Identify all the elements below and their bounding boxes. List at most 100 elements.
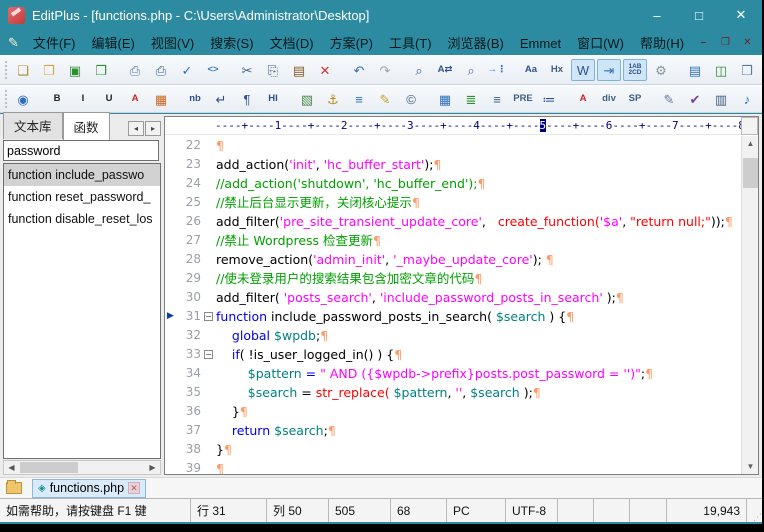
go-to-line-button[interactable]: →⋮ bbox=[485, 59, 509, 81]
copy-button[interactable]: ⎘ bbox=[261, 59, 285, 81]
scrollbar-thumb[interactable] bbox=[743, 158, 758, 188]
close-button[interactable]: ✕ bbox=[720, 0, 762, 30]
italic-button[interactable]: I bbox=[71, 88, 95, 110]
note-button[interactable]: ✎ bbox=[373, 88, 397, 110]
auto-indent-button[interactable]: ⇥ bbox=[597, 59, 621, 81]
color-palette-button[interactable]: ▦ bbox=[149, 88, 173, 110]
audio-button[interactable]: ♪ bbox=[735, 88, 759, 110]
function-list-item[interactable]: function disable_reset_los bbox=[4, 208, 160, 230]
sidebar-tab-functions[interactable]: 函数 bbox=[63, 112, 110, 140]
div-tag-button[interactable]: div bbox=[597, 88, 621, 110]
mdi-close-button[interactable]: ✕ bbox=[738, 35, 757, 51]
font-button[interactable]: Aa bbox=[519, 59, 543, 81]
table-button[interactable]: ▦ bbox=[433, 88, 457, 110]
code-line[interactable]: 22¶ bbox=[165, 136, 741, 155]
code-line[interactable]: 25//禁止后台显示更新，关闭核心提示¶ bbox=[165, 193, 741, 212]
tab-scroll-left-button[interactable]: ◂ bbox=[128, 121, 144, 136]
code-line[interactable]: ▶31−function include_password_posts_in_s… bbox=[165, 307, 741, 326]
toolbar-grip[interactable] bbox=[5, 90, 7, 108]
mdi-restore-button[interactable]: ❐ bbox=[716, 35, 735, 51]
output-window-button[interactable]: ◫ bbox=[709, 59, 733, 81]
redo-button[interactable]: ↷ bbox=[373, 59, 397, 81]
toolbar-grip[interactable] bbox=[5, 61, 7, 79]
code-line[interactable]: 32 global $wpdb;¶ bbox=[165, 326, 741, 345]
delete-button[interactable]: ✕ bbox=[313, 59, 337, 81]
function-list-item[interactable]: function include_passwo bbox=[4, 164, 160, 186]
folder-icon[interactable] bbox=[6, 482, 22, 494]
scrollbar-thumb[interactable] bbox=[20, 462, 78, 473]
heading-button[interactable]: HI bbox=[261, 88, 285, 110]
form-check-button[interactable]: ✔ bbox=[683, 88, 707, 110]
word-wrap-button[interactable]: W bbox=[571, 59, 595, 81]
code-line[interactable]: 29//使未登录用户的搜索结果包含加密文章的代码¶ bbox=[165, 269, 741, 288]
document-tab-functions-php[interactable]: ◈functions.php✕ bbox=[32, 479, 146, 498]
video-button[interactable]: ▥ bbox=[709, 88, 733, 110]
code-line[interactable]: 36 }¶ bbox=[165, 402, 741, 421]
browser-window-button[interactable]: ❒ bbox=[735, 59, 759, 81]
find-button[interactable]: ⌕ bbox=[407, 59, 431, 81]
scroll-left-icon[interactable]: ◀ bbox=[4, 463, 19, 472]
replace-button[interactable]: A⇄ bbox=[433, 59, 457, 81]
horizontal-rule-button[interactable]: ≡ bbox=[347, 88, 371, 110]
center-align-button[interactable]: ≡ bbox=[485, 88, 509, 110]
function-list-item[interactable]: function reset_password_ bbox=[4, 186, 160, 208]
open-file-button[interactable]: ❒ bbox=[37, 59, 61, 81]
image-button[interactable]: ▧ bbox=[295, 88, 319, 110]
line-break-button[interactable]: ↵ bbox=[209, 88, 233, 110]
document-list-button[interactable]: ▤ bbox=[683, 59, 707, 81]
collapse-icon[interactable]: − bbox=[204, 350, 213, 359]
menu-item-8[interactable]: Emmet bbox=[512, 33, 569, 54]
collapse-icon[interactable]: − bbox=[204, 312, 213, 321]
scroll-down-icon[interactable]: ▼ bbox=[742, 459, 759, 474]
save-all-button[interactable]: ❐ bbox=[89, 59, 113, 81]
scroll-right-icon[interactable]: ▶ bbox=[145, 463, 160, 472]
fold-toggle[interactable]: − bbox=[201, 307, 216, 326]
resize-grip[interactable]: ⋰ bbox=[747, 499, 762, 522]
anchor-button[interactable]: ⚓ bbox=[321, 88, 345, 110]
tab-close-icon[interactable]: ✕ bbox=[128, 482, 140, 494]
hex-view-button[interactable]: Hx bbox=[545, 59, 569, 81]
maximize-button[interactable]: □ bbox=[678, 0, 720, 30]
code-line[interactable]: 35 $search = str_replace( $pattern, '', … bbox=[165, 383, 741, 402]
undo-button[interactable]: ↶ bbox=[347, 59, 371, 81]
fold-toggle[interactable]: − bbox=[201, 345, 216, 364]
menu-item-6[interactable]: 工具(T) bbox=[381, 33, 440, 54]
code-line[interactable]: 27//禁止 Wordpress 检查更新¶ bbox=[165, 231, 741, 250]
preferences-button[interactable]: ⚙ bbox=[649, 59, 673, 81]
editor-vertical-scrollbar[interactable]: ▲ ▼ bbox=[741, 136, 758, 474]
menu-item-0[interactable]: 文件(F) bbox=[25, 33, 84, 54]
code-line[interactable]: 39¶ bbox=[165, 459, 741, 474]
html-tags-button[interactable]: <> bbox=[201, 59, 225, 81]
menu-item-9[interactable]: 窗口(W) bbox=[569, 33, 632, 54]
sidebar-tab-cliptext[interactable]: 文本库 bbox=[3, 112, 63, 139]
new-file-button[interactable]: ❏ bbox=[11, 59, 35, 81]
save-button[interactable]: ▣ bbox=[63, 59, 87, 81]
special-character-button[interactable]: © bbox=[399, 88, 423, 110]
menu-item-10[interactable]: 帮助(H) bbox=[632, 33, 692, 54]
sidebar-horizontal-scrollbar[interactable]: ◀ ▶ bbox=[3, 460, 161, 475]
code-editor[interactable]: 22¶23add_action('init', 'hc_buffer_start… bbox=[165, 136, 741, 474]
paste-button[interactable]: ▤ bbox=[287, 59, 311, 81]
underline-button[interactable]: U bbox=[97, 88, 121, 110]
menu-item-2[interactable]: 视图(V) bbox=[143, 33, 202, 54]
code-line[interactable]: 23add_action('init', 'hc_buffer_start');… bbox=[165, 155, 741, 174]
print-preview-button[interactable]: ⎙ bbox=[123, 59, 147, 81]
code-line[interactable]: 34 $pattern = " AND ({$wpdb->prefix}post… bbox=[165, 364, 741, 383]
code-line[interactable]: 37 return $search;¶ bbox=[165, 421, 741, 440]
mdi-minimize-button[interactable]: – bbox=[694, 35, 713, 51]
font-color-button[interactable]: A bbox=[123, 88, 147, 110]
menu-item-1[interactable]: 编辑(E) bbox=[84, 33, 143, 54]
menu-item-4[interactable]: 文档(D) bbox=[262, 33, 322, 54]
bold-button[interactable]: B bbox=[45, 88, 69, 110]
form-button[interactable]: ✎ bbox=[657, 88, 681, 110]
code-line[interactable]: 30add_filter( 'posts_search', 'include_p… bbox=[165, 288, 741, 307]
code-line[interactable]: 28remove_action('admin_init', '_maybe_up… bbox=[165, 250, 741, 269]
table-row-button[interactable]: ≣ bbox=[459, 88, 483, 110]
code-line[interactable]: 33− if( !is_user_logged_in() ) {¶ bbox=[165, 345, 741, 364]
menu-item-5[interactable]: 方案(P) bbox=[322, 33, 381, 54]
menu-item-3[interactable]: 搜索(S) bbox=[202, 33, 261, 54]
list-tag-button[interactable]: ≔ bbox=[537, 88, 561, 110]
browser-button[interactable]: ◉ bbox=[11, 88, 35, 110]
span-tag-button[interactable]: SP bbox=[623, 88, 647, 110]
print-button[interactable]: ⎙ bbox=[149, 59, 173, 81]
